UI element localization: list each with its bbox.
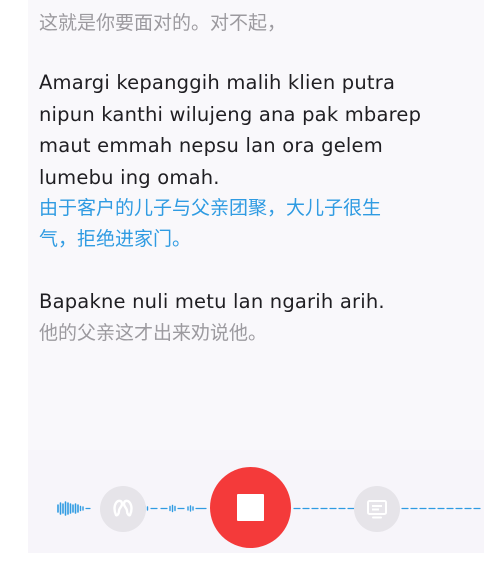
source-line: Amargi kepanggih malih klien putra	[39, 71, 396, 94]
translation-line: 气，拒绝进家门。	[39, 228, 192, 250]
source-line: lumebu ing omah.	[39, 165, 220, 189]
transcript-segment-2: Bapakne nuli metu lan ngarih arih. 他的父亲这…	[39, 286, 459, 349]
source-line: nipun kanthi wilujeng ana pak mbarep	[39, 102, 422, 126]
translation-line: 由于客户的儿子与父亲团聚，大儿子很生	[39, 197, 382, 219]
stop-icon	[237, 494, 264, 521]
source-line: maut emmah nepsu lan ora gelem	[39, 134, 383, 157]
subtitle-screen-icon	[367, 500, 387, 519]
subtitle-display-button[interactable]	[354, 486, 400, 532]
source-line: Bapakne nuli metu lan ngarih arih.	[39, 290, 385, 313]
stop-recording-button[interactable]	[210, 467, 291, 548]
transcript-segment-1: Amargi kepanggih malih klien putra nipun…	[39, 67, 459, 255]
translation-line-pending: 他的父亲这才出来劝说他。	[39, 321, 268, 344]
ear-listen-icon	[113, 499, 133, 517]
transcript-content: 这就是你要面对的。对不起， Amargi kepanggih malih kli…	[39, 8, 459, 349]
listen-mode-button[interactable]	[100, 486, 146, 532]
previous-translation-line: 这就是你要面对的。对不起，	[39, 12, 287, 34]
